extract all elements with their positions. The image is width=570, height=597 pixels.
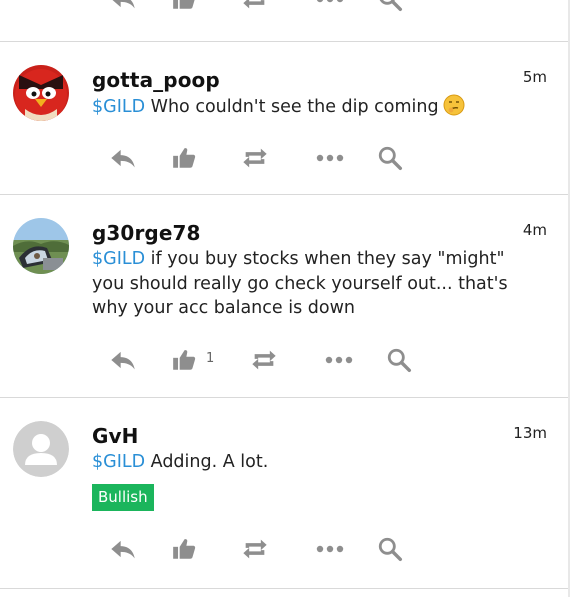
search-icon[interactable] <box>375 534 405 564</box>
like-icon[interactable] <box>169 143 199 173</box>
default-avatar-icon[interactable] <box>13 421 69 477</box>
search-icon[interactable] <box>375 143 405 173</box>
message-body: $GILD Who couldn't see the dip coming <box>92 94 532 120</box>
reply-icon[interactable] <box>108 345 138 375</box>
ticker-link[interactable]: $GILD <box>92 97 145 117</box>
reply-icon[interactable] <box>108 0 138 14</box>
message-text: Adding. A lot. <box>145 452 269 472</box>
message-card[interactable]: GvH 13m $GILD Adding. A lot. Bullish <box>0 398 570 588</box>
more-icon[interactable] <box>324 345 354 375</box>
message-actions <box>0 143 570 173</box>
reshare-icon[interactable] <box>240 143 270 173</box>
avatar[interactable] <box>13 65 69 121</box>
timestamp[interactable]: 13m <box>513 424 547 442</box>
more-icon[interactable] <box>315 534 345 564</box>
avatar[interactable] <box>13 218 69 274</box>
reshare-icon[interactable] <box>240 534 270 564</box>
like-count: 1 <box>206 351 215 366</box>
more-icon[interactable] <box>315 0 345 14</box>
message-card[interactable]: g30rge78 4m $GILD if you buy stocks when… <box>0 195 570 397</box>
like-icon[interactable] <box>169 345 199 375</box>
username[interactable]: gotta_poop <box>92 68 220 92</box>
username[interactable]: GvH <box>92 424 139 448</box>
previous-post-actions <box>0 0 570 14</box>
like-icon[interactable] <box>169 534 199 564</box>
reply-icon[interactable] <box>108 534 138 564</box>
reply-icon[interactable] <box>108 143 138 173</box>
reshare-icon[interactable] <box>249 345 279 375</box>
message-text: Who couldn't see the dip coming <box>145 97 439 117</box>
reshare-icon[interactable] <box>240 0 270 14</box>
search-icon[interactable] <box>375 0 405 14</box>
ticker-link[interactable]: $GILD <box>92 249 145 269</box>
sentiment-badge: Bullish <box>92 484 154 511</box>
more-icon[interactable] <box>315 143 345 173</box>
timestamp[interactable]: 5m <box>523 68 547 86</box>
message-text: if you buy stocks when they say "might" … <box>92 249 508 318</box>
ticker-link[interactable]: $GILD <box>92 452 145 472</box>
search-icon[interactable] <box>384 345 414 375</box>
like-icon[interactable] <box>169 0 199 14</box>
username[interactable]: g30rge78 <box>92 221 201 245</box>
message-actions: 1 <box>0 345 570 375</box>
message-body: $GILD Adding. A lot. <box>92 450 532 475</box>
message-stream: gotta_poop 5m $GILD Who couldn't see the… <box>0 0 570 597</box>
timestamp[interactable]: 4m <box>523 221 547 239</box>
message-card[interactable]: gotta_poop 5m $GILD Who couldn't see the… <box>0 42 570 194</box>
message-actions <box>0 534 570 564</box>
message-body: $GILD if you buy stocks when they say "m… <box>92 247 532 321</box>
post-divider <box>0 588 570 589</box>
smirk-emoji-icon <box>443 94 465 116</box>
